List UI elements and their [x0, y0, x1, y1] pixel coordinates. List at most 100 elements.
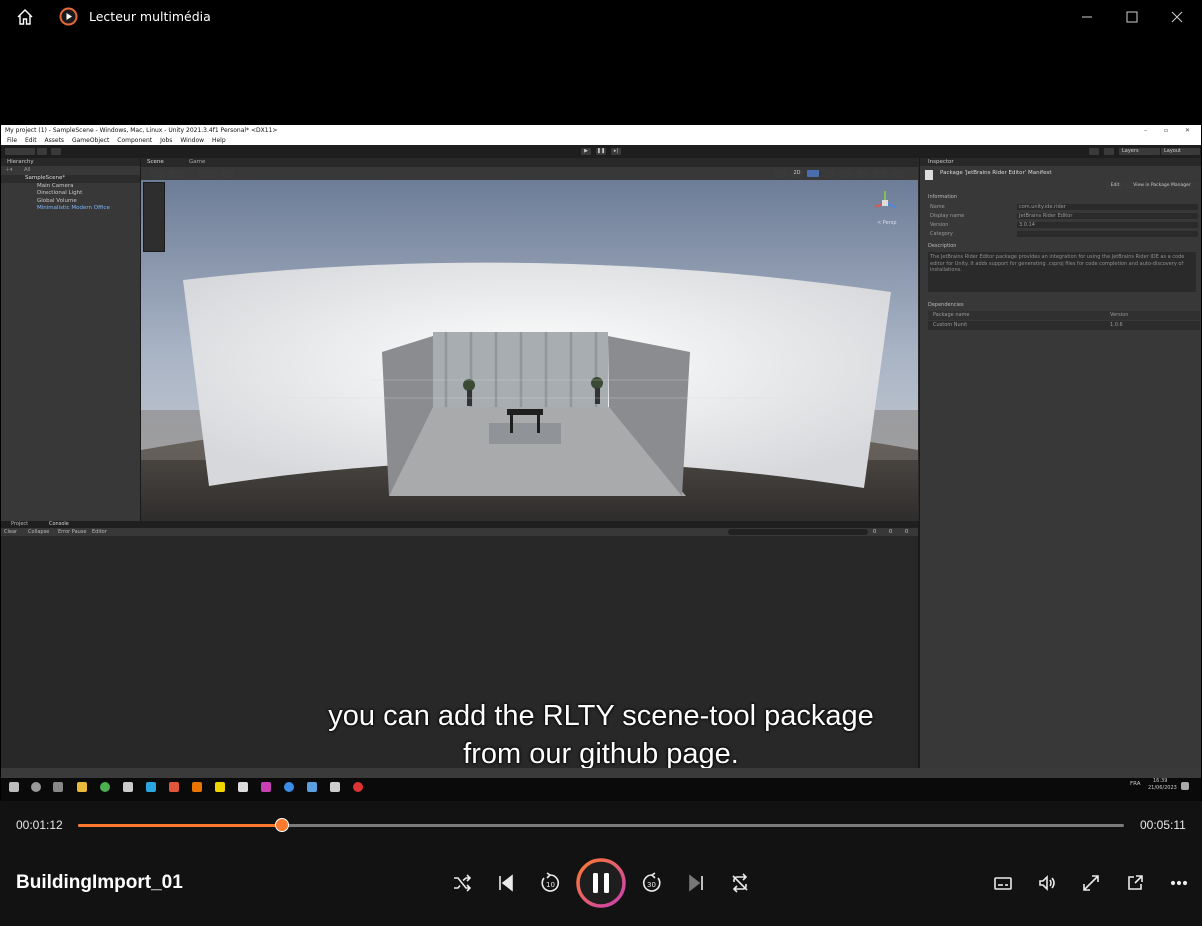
mini-player-icon[interactable]	[1120, 868, 1150, 898]
dependencies-header-row: Package name Version	[928, 311, 1200, 320]
scene-visibility-toggle	[857, 170, 869, 177]
console-clear: Clear	[4, 529, 18, 535]
pause-button[interactable]	[575, 857, 627, 909]
unity-layout-dropdown: Layout	[1161, 148, 1200, 155]
hierarchy-item: Directional Light	[37, 190, 83, 196]
description-header: Description	[928, 243, 957, 249]
unity-menu-gameobject: GameObject	[71, 137, 110, 144]
inspector-edit-button: Edit	[1108, 182, 1122, 189]
console-toolbar: Clear Collapse Error Pause Editor 0 0 0	[1, 528, 918, 536]
inspector-title: Package 'JetBrains Rider Editor' Manifes…	[940, 170, 1052, 176]
git-icon	[169, 782, 179, 792]
inspector-panel: Inspector Package 'JetBrains Rider Edito…	[919, 158, 1201, 768]
subtitle-line-2: from our github page.	[463, 738, 739, 770]
repeat-off-icon[interactable]	[725, 868, 755, 898]
unity-cloud-icon	[37, 148, 47, 155]
dependencies-header: Dependencies	[928, 302, 964, 308]
app-icon	[261, 782, 271, 792]
forward-30-icon[interactable]: 30	[637, 868, 667, 898]
window-title: Lecteur multimédia	[89, 9, 211, 24]
manifest-file-icon	[925, 170, 933, 180]
taskbar-date: 21/06/2023	[1148, 785, 1177, 791]
unity-menu-component: Component	[117, 137, 153, 144]
unity-restore-icon: ▫	[1164, 127, 1169, 134]
dependency-row: Custom Nunit 1.0.6	[928, 321, 1200, 330]
scene-snap-dropdown	[221, 170, 235, 177]
hierarchy-item: SampleScene*	[1, 175, 140, 183]
more-options-icon[interactable]	[1164, 868, 1194, 898]
info-label: Display name	[930, 213, 965, 219]
tab-game: Game	[189, 159, 206, 165]
volume-icon[interactable]	[1032, 868, 1062, 898]
seek-progress	[78, 824, 282, 827]
home-icon[interactable]	[16, 8, 34, 26]
unity-menu-edit: Edit	[24, 137, 37, 144]
notification-icon	[1181, 782, 1189, 790]
dep-version: 1.0.6	[1110, 322, 1123, 328]
rewind-10-icon[interactable]: 10	[535, 868, 565, 898]
taskbar-lang: FRA	[1130, 781, 1141, 787]
console-editor: Editor	[92, 529, 107, 535]
chrome-icon	[100, 782, 110, 792]
scene-tool-dropdown	[149, 170, 165, 177]
video-frame[interactable]: My project (1) - SampleScene - Windows, …	[1, 125, 1201, 801]
hierarchy-panel: Hierarchy ＋▾ All SampleScene* Main Camer…	[1, 158, 141, 521]
unity-step-icon: ▸|	[611, 148, 621, 155]
browser-icon	[284, 782, 294, 792]
fullscreen-icon[interactable]	[1076, 868, 1106, 898]
hierarchy-item: Minimalistic Modern Office	[37, 205, 110, 211]
minimize-icon[interactable]	[1076, 6, 1098, 28]
seek-bar[interactable]	[78, 818, 1124, 832]
seek-thumb[interactable]	[274, 818, 289, 832]
task-view-icon	[53, 782, 63, 792]
scene-pivot-dropdown	[169, 170, 185, 177]
console-search	[728, 529, 868, 535]
scene-lighting-toggle	[807, 170, 819, 177]
taskbar-time: 16:39	[1153, 778, 1168, 784]
unity-toolbar: ▶ ❚❚ ▸| Layers Layout	[1, 145, 1201, 158]
scene-2d-toggle: 2D	[791, 170, 803, 177]
subtitle-line-1: you can add the RLTY scene-tool package	[328, 700, 874, 732]
unity-menu-window: Window	[180, 137, 205, 144]
console-warning-count: 0	[889, 529, 893, 535]
media-player-logo-icon	[59, 7, 78, 26]
unity-close-icon: ✕	[1185, 127, 1191, 134]
next-icon[interactable]	[681, 868, 711, 898]
search-icon	[31, 782, 41, 792]
info-label: Name	[930, 204, 945, 210]
info-row: Name com.unity.ide.rider	[930, 204, 1198, 213]
scene-shading-dropdown	[773, 170, 787, 177]
info-label: Version	[930, 222, 949, 228]
terminal-icon	[238, 782, 248, 792]
close-icon[interactable]	[1166, 6, 1188, 28]
info-row: Category	[930, 231, 1198, 240]
taskbar-top-strip	[1, 768, 1201, 778]
subtitles-icon[interactable]	[988, 868, 1018, 898]
previous-icon[interactable]	[491, 868, 521, 898]
scene-gizmo-label: < Persp	[877, 220, 897, 226]
console-tabs: Project Console	[1, 521, 918, 528]
inspector-view-package-button: View in Package Manager	[1125, 182, 1199, 189]
unity-menu-file: File	[7, 137, 18, 144]
unity-menu-help: Help	[211, 137, 226, 144]
console-error-count: 0	[905, 529, 909, 535]
maximize-icon[interactable]	[1121, 6, 1143, 28]
inspector-tab: Inspector	[920, 158, 1201, 166]
dep-col-version: Version	[1110, 312, 1129, 318]
info-table: Name com.unity.ide.rider Display name JetB…	[930, 204, 1198, 240]
scene-audio-toggle	[823, 170, 835, 177]
info-row: Version 3.0.14	[930, 222, 1198, 231]
scene-fx-dropdown	[839, 170, 853, 177]
unity-menu-bar: File Edit Assets GameObject Component Jo…	[1, 136, 1201, 145]
tab-project: Project	[11, 521, 29, 527]
unity-play-icon: ▶	[581, 148, 591, 155]
scene-camera-dropdown	[873, 170, 887, 177]
tab-scene: Scene	[147, 159, 164, 165]
description-text: The JetBrains Rider Editor package provi…	[928, 252, 1196, 292]
shuffle-icon[interactable]	[447, 868, 477, 898]
unity-editor-icon	[330, 782, 340, 792]
dep-name: Custom Nunit	[933, 322, 968, 328]
info-value: com.unity.ide.rider	[1017, 204, 1198, 210]
unity-layers-dropdown: Layers	[1119, 148, 1160, 155]
recorder-icon	[353, 782, 363, 792]
